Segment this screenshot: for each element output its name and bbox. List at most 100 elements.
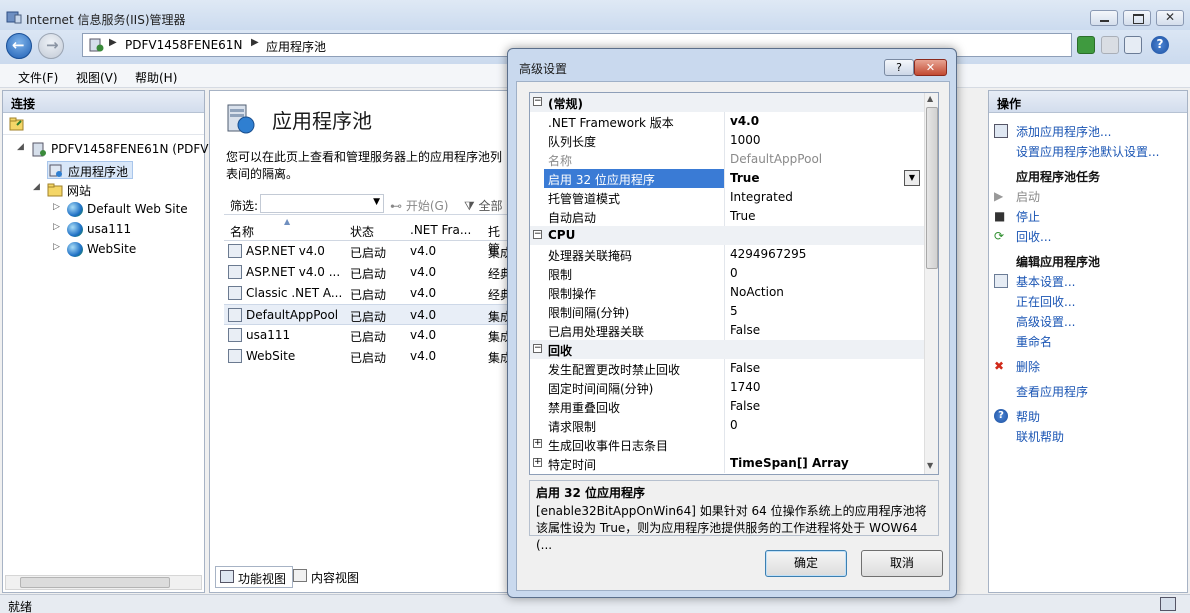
col-status[interactable]: 状态 [350, 223, 374, 240]
filter-input[interactable]: ▼ [260, 194, 384, 213]
property-row[interactable]: 禁用重叠回收 False [530, 397, 924, 416]
collapse-icon[interactable]: ◢ [33, 182, 40, 192]
property-row[interactable]: 已启用处理器关联 False [530, 321, 924, 340]
help-nav-icon[interactable]: ? [1151, 36, 1169, 54]
action-link[interactable]: 添加应用程序池... [1016, 123, 1111, 140]
property-category[interactable]: − CPU [530, 226, 924, 245]
refresh-icon[interactable] [1077, 36, 1095, 54]
property-row[interactable]: 自动启动 True [530, 207, 924, 226]
minimize-button[interactable] [1090, 10, 1118, 26]
action-link[interactable]: 高级设置... [1016, 313, 1075, 330]
action-link[interactable]: 帮助 [1016, 408, 1040, 425]
property-row[interactable]: + 特定时间 TimeSpan[] Array [530, 454, 924, 473]
menu-help[interactable]: 帮助(H) [135, 69, 177, 86]
scroll-thumb[interactable] [926, 107, 938, 269]
col-name[interactable]: 名称 [230, 223, 254, 240]
property-scrollbar[interactable]: ▲ ▼ [924, 93, 938, 474]
property-value[interactable]: True [730, 209, 756, 223]
stop-nav-icon[interactable] [1101, 36, 1119, 54]
property-category[interactable]: − (常规) [530, 93, 924, 112]
expand-icon[interactable]: ▷ [53, 242, 60, 252]
scroll-up-icon[interactable]: ▲ [927, 94, 933, 103]
scroll-down-icon[interactable]: ▼ [927, 461, 933, 470]
action-link[interactable]: 正在回收... [1016, 293, 1075, 310]
start-filter-button[interactable]: ⊷ 开始(G) [390, 197, 449, 214]
show-all-button[interactable]: ⧩ 全部 [464, 197, 503, 214]
expand-icon[interactable]: + [533, 458, 542, 467]
property-row[interactable]: 限制 0 [530, 264, 924, 283]
value-dropdown-button[interactable]: ▼ [904, 170, 920, 186]
property-row[interactable]: 队列长度 1000 [530, 131, 924, 150]
ok-button[interactable]: 确定 [765, 550, 847, 577]
property-row[interactable]: + 生成回收事件日志条目 [530, 435, 924, 454]
property-category[interactable]: − 回收 [530, 340, 924, 359]
col-net[interactable]: .NET Fra... [410, 223, 471, 237]
property-row[interactable]: 处理器关联掩码 4294967295 [530, 245, 924, 264]
action-link[interactable]: 基本设置... [1016, 273, 1075, 290]
forward-button[interactable]: → [38, 33, 64, 59]
property-row[interactable]: 固定时间间隔(分钟) 1740 [530, 378, 924, 397]
collapse-icon[interactable]: − [533, 230, 542, 239]
property-value[interactable]: TimeSpan[] Array [730, 456, 849, 470]
property-value[interactable]: DefaultAppPool [730, 152, 822, 166]
property-row[interactable]: 发生配置更改时禁止回收 False [530, 359, 924, 378]
property-value[interactable]: v4.0 [730, 114, 759, 128]
table-row[interactable]: WebSite已启动v4.0集成 [224, 346, 508, 367]
home-icon[interactable] [1124, 36, 1142, 54]
property-value[interactable]: 5 [730, 304, 738, 318]
tree-app-pools[interactable]: 应用程序池 [47, 161, 133, 179]
property-row[interactable]: 启用 32 位应用程序 True ▼ [530, 169, 924, 188]
back-button[interactable]: ← [6, 33, 32, 59]
tab-features-view[interactable]: 功能视图 [215, 566, 294, 588]
dialog-help-button[interactable]: ? [884, 59, 914, 76]
property-value[interactable]: 1000 [730, 133, 761, 147]
tree-site-default[interactable]: ▷ Default Web Site [53, 201, 197, 219]
table-row[interactable]: Classic .NET A...已启动v4.0经典 [224, 283, 508, 304]
horizontal-scrollbar[interactable] [5, 575, 202, 590]
property-value[interactable]: False [730, 361, 760, 375]
property-row[interactable]: 限制操作 NoAction [530, 283, 924, 302]
property-row[interactable]: 限制间隔(分钟) 5 [530, 302, 924, 321]
action-link[interactable]: 联机帮助 [1016, 428, 1064, 445]
property-row[interactable]: 名称 DefaultAppPool [530, 150, 924, 169]
expand-icon[interactable]: ▷ [53, 222, 60, 232]
breadcrumb-server[interactable]: PDFV1458FENE61N [125, 38, 242, 52]
breadcrumb-app-pools[interactable]: 应用程序池 [266, 38, 326, 55]
action-link[interactable]: 查看应用程序 [1016, 383, 1088, 400]
dialog-close-button[interactable]: ✕ [914, 59, 947, 76]
tree-site-website[interactable]: ▷ WebSite [53, 241, 167, 259]
property-value[interactable]: False [730, 399, 760, 413]
tree-server[interactable]: ◢ PDFV1458FENE61N (PDFV1 [17, 141, 216, 159]
property-row[interactable]: 托管管道模式 Integrated [530, 188, 924, 207]
collapse-icon[interactable]: − [533, 344, 542, 353]
collapse-icon[interactable]: ◢ [17, 142, 24, 152]
tree-site-usa111[interactable]: ▷ usa111 [53, 221, 167, 239]
action-link[interactable]: 删除 [1016, 358, 1040, 375]
table-row[interactable]: ASP.NET v4.0已启动v4.0集成 [224, 241, 508, 262]
property-row[interactable]: .NET Framework 版本 v4.0 [530, 112, 924, 131]
expand-icon[interactable]: + [533, 439, 542, 448]
property-value[interactable]: 4294967295 [730, 247, 806, 261]
menu-view[interactable]: 视图(V) [76, 69, 118, 86]
collapse-icon[interactable]: − [533, 97, 542, 106]
property-value[interactable]: True [730, 171, 759, 185]
property-value[interactable]: 0 [730, 418, 738, 432]
table-row-selected[interactable]: DefaultAppPool已启动v4.0集成 [224, 304, 508, 325]
expand-icon[interactable]: ▷ [53, 202, 60, 212]
tree-sites[interactable]: ◢ 网站 [33, 181, 167, 199]
property-value[interactable]: 0 [730, 266, 738, 280]
connect-icon[interactable] [9, 116, 25, 131]
close-window-button[interactable] [1156, 10, 1184, 26]
scroll-thumb[interactable] [20, 577, 170, 588]
property-value[interactable]: False [730, 323, 760, 337]
table-row[interactable]: usa111已启动v4.0集成 [224, 325, 508, 346]
action-link[interactable]: 重命名 [1016, 333, 1052, 350]
action-link[interactable]: 设置应用程序池默认设置... [1016, 143, 1159, 160]
tab-content-view[interactable]: 内容视图 [289, 566, 365, 588]
property-value[interactable]: NoAction [730, 285, 784, 299]
property-row[interactable]: 请求限制 0 [530, 416, 924, 435]
cancel-button[interactable]: 取消 [861, 550, 943, 577]
action-link[interactable]: 回收... [1016, 228, 1051, 245]
table-row[interactable]: ASP.NET v4.0 ...已启动v4.0经典 [224, 262, 508, 283]
maximize-button[interactable] [1123, 10, 1151, 26]
